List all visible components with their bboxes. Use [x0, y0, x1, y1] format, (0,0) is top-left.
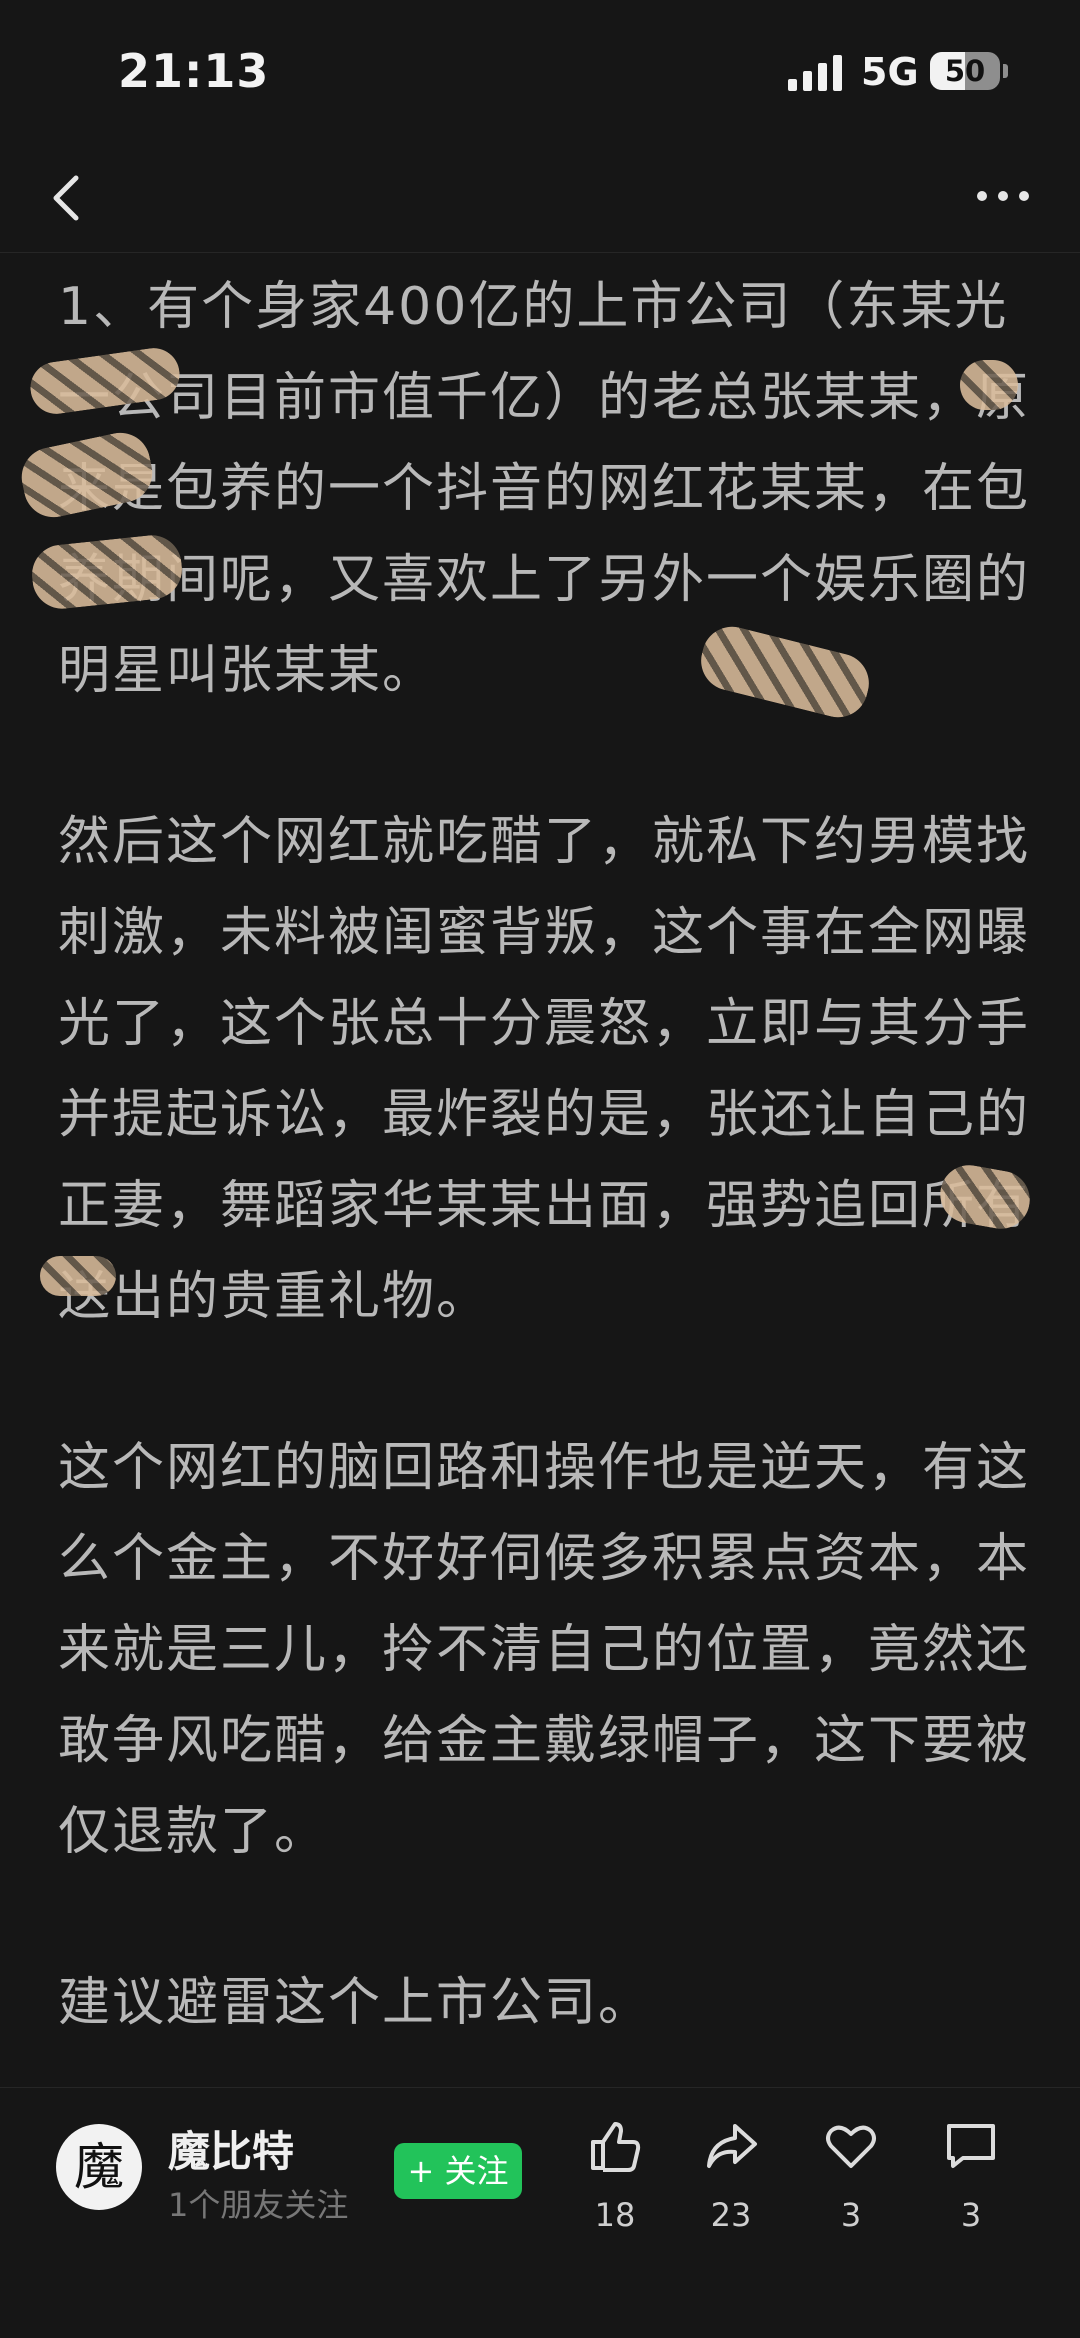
comment-icon: [947, 2124, 995, 2168]
battery-icon: 50: [930, 52, 1000, 90]
like-count: 18: [594, 2196, 636, 2234]
article-paragraph: 建议避雷这个上市公司。: [58, 1973, 653, 2033]
signal-icon: [788, 55, 842, 91]
article-paragraph: 1、有个身家400亿的上市公司（东某光一公司目前市值千亿）的老总张某某，原来是包…: [58, 277, 1031, 701]
share-button[interactable]: 23: [686, 2118, 776, 2234]
share-count: 23: [710, 2196, 752, 2234]
like-button[interactable]: 18: [570, 2118, 660, 2234]
author-name[interactable]: 魔比特: [168, 2118, 294, 2179]
thumbs-up-icon: [591, 2122, 641, 2172]
bottom-bar: 魔 魔比特 1个朋友关注 + 关注 18 23 3 3: [0, 2087, 1080, 2338]
article-paragraph: 这个网红的脑回路和操作也是逆天，有这么个金主，不好好伺候多积累点资本，本来就是三…: [58, 1438, 1031, 1862]
status-bar: 21:13 5G 50: [0, 0, 1080, 140]
avatar[interactable]: 魔: [56, 2124, 142, 2210]
favorite-count: 3: [840, 2196, 862, 2234]
censor-mark: [40, 1256, 116, 1296]
heart-icon: [826, 2125, 876, 2168]
comment-count: 3: [960, 2196, 982, 2234]
article-paragraph: 然后这个网红就吃醋了，就私下约男模找刺激，未料被闺蜜背叛，这个事在全网曝光了，这…: [58, 812, 1031, 1327]
friends-following: 1个朋友关注: [168, 2186, 349, 2224]
favorite-button[interactable]: 3: [806, 2118, 896, 2234]
network-type: 5G: [861, 50, 919, 94]
follow-button[interactable]: + 关注: [394, 2143, 522, 2199]
comment-button[interactable]: 3: [926, 2118, 1016, 2234]
status-time: 21:13: [118, 44, 270, 98]
article-body: 1、有个身家400亿的上市公司（东某光一公司目前市值千亿）的老总张某某，原来是包…: [58, 262, 1030, 2049]
more-dots-icon[interactable]: [968, 168, 1038, 224]
top-nav: [0, 140, 1080, 253]
chevron-left-icon[interactable]: [40, 162, 100, 230]
censor-mark: [960, 360, 1018, 410]
share-icon: [707, 2124, 757, 2168]
battery-percent: 50: [944, 54, 986, 88]
